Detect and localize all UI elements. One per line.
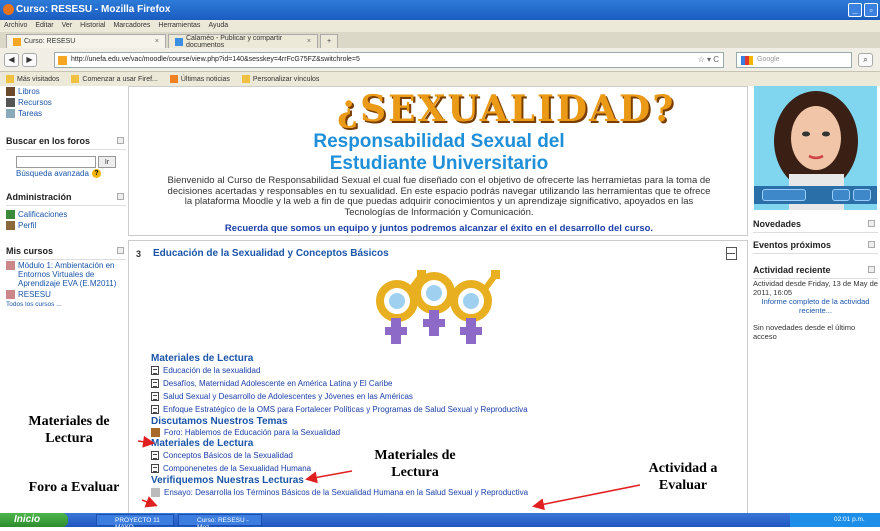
clock: 02:01 p.m. xyxy=(834,516,865,523)
arrow-to-essay xyxy=(532,484,641,511)
taskbar: Inicio PROYECTO 11 MAYO ... 02:01 p.m. xyxy=(0,513,880,531)
arrow-to-readings xyxy=(305,470,353,484)
system-tray: 02:01 p.m. xyxy=(790,513,880,527)
start-button[interactable]: Inicio xyxy=(0,513,68,527)
taskbar-item-proyecto[interactable]: PROYECTO 11 MAYO ... xyxy=(96,514,174,531)
annotation-arrows xyxy=(137,435,641,511)
arrow-to-foro xyxy=(141,496,158,508)
arrow-to-forum xyxy=(137,435,155,448)
taskbar-item-firefox[interactable]: Curso: RESESU - Moz... xyxy=(178,514,262,531)
